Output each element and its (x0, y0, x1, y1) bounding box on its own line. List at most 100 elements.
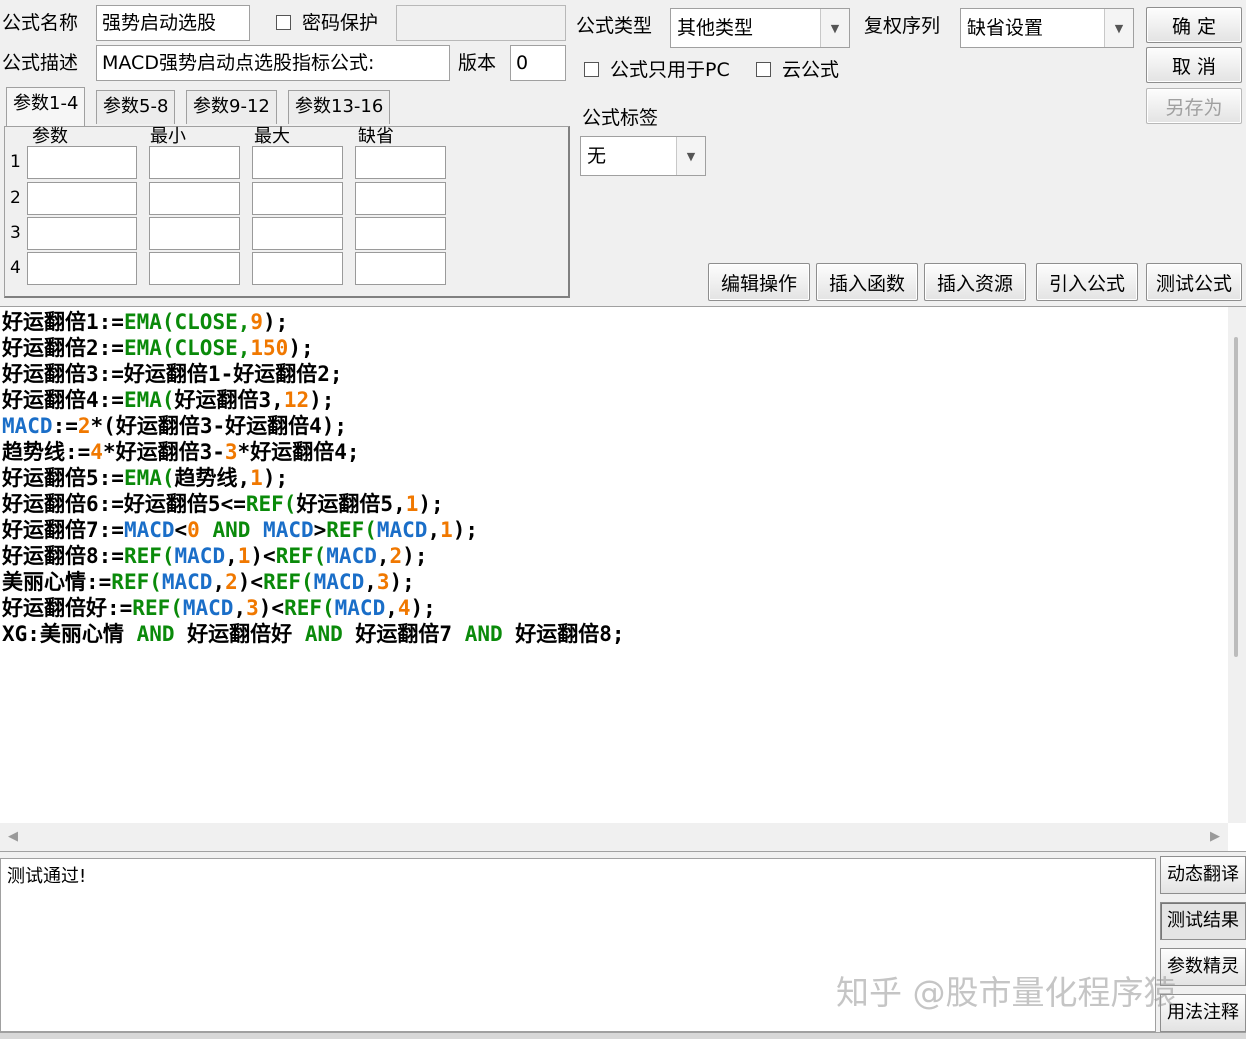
edit-ops-button[interactable]: 编辑操作 (708, 263, 810, 301)
code-token: EMA( (123, 388, 175, 412)
cloud-formula-checkbox[interactable] (756, 62, 771, 77)
formula-name-label: 公式名称 (2, 12, 79, 34)
password-protect-checkbox[interactable] (276, 15, 291, 30)
formula-code-editor[interactable]: 好运翻倍1:=EMA(CLOSE,9); 好运翻倍2:=EMA(CLOSE,150… (0, 306, 1246, 852)
code-token: 4 (90, 440, 103, 464)
code-token: 150 (250, 336, 289, 360)
formula-type-select[interactable]: 其他类型 ▼ (670, 8, 850, 48)
code-token: ); (410, 596, 436, 620)
code-token: MACD (2, 414, 53, 438)
dynamic-translate-button[interactable]: 动态翻译 (1160, 856, 1246, 894)
pc-only-label: 公式只用于PC (610, 59, 730, 81)
code-token: EMA( (123, 466, 175, 490)
formula-name-input[interactable]: 强势启动选股 (96, 5, 250, 41)
code-token: REF( (245, 492, 297, 516)
code-line: 好运翻倍4:=EMA(好运翻倍3,12); (2, 387, 625, 413)
code-line: 好运翻倍3:=好运翻倍1-好运翻倍2; (2, 361, 625, 387)
code-token: ); (263, 310, 289, 334)
rights-series-select[interactable]: 缺省设置 ▼ (960, 8, 1134, 48)
code-token: ); (402, 544, 428, 568)
ok-button[interactable]: 确 定 (1146, 7, 1242, 43)
param-min-cell[interactable] (149, 146, 240, 179)
code-token: MACD (182, 596, 234, 620)
code-token: 好运翻倍8; (502, 622, 625, 646)
code-token: 好运翻倍7 (342, 622, 465, 646)
param-name-cell[interactable] (27, 252, 137, 285)
code-token: 2 (225, 570, 238, 594)
code-token: 1 (405, 492, 419, 516)
code-token: AND (136, 622, 175, 646)
param-name-cell[interactable] (27, 182, 137, 215)
code-token: 好运翻倍7:= (2, 518, 124, 542)
param-max-cell[interactable] (252, 252, 343, 285)
param-row-number: 3 (10, 223, 21, 243)
code-token: *(好运翻倍3-好运翻倍4); (90, 414, 348, 438)
import-formula-button[interactable]: 引入公式 (1036, 263, 1138, 301)
rights-series-value: 缺省设置 (967, 17, 1044, 39)
code-token: REF( (123, 544, 175, 568)
param-max-cell[interactable] (252, 146, 343, 179)
scroll-left-icon[interactable]: ◀ (8, 829, 18, 844)
param-min-cell[interactable] (149, 182, 240, 215)
code-token: 1 (237, 544, 251, 568)
tab-params-1-4[interactable]: 参数1-4 (6, 87, 86, 127)
code-token: 12 (283, 388, 310, 412)
code-line: 好运翻倍好:=REF(MACD,3)<REF(MACD,4); (2, 595, 625, 621)
code-token: , (212, 570, 226, 594)
code-token: 好运翻倍2:= (2, 336, 124, 360)
code-token: ); (389, 570, 415, 594)
chevron-down-icon[interactable]: ▼ (676, 137, 705, 175)
horizontal-scrollbar[interactable]: ◀ ▶ (0, 823, 1228, 851)
code-token: EMA(CLOSE, (123, 310, 251, 334)
code-token: 2 (389, 544, 403, 568)
param-default-cell[interactable] (355, 182, 446, 215)
param-default-cell[interactable] (355, 146, 446, 179)
code-token: 好运翻倍8:= (2, 544, 124, 568)
tab-params-13-16[interactable]: 参数13-16 (288, 90, 391, 124)
scroll-thumb[interactable] (1234, 337, 1238, 657)
tab-params-9-12[interactable]: 参数9-12 (186, 90, 277, 124)
scroll-right-icon[interactable]: ▶ (1210, 829, 1220, 844)
code-token: REF( (326, 518, 377, 542)
formula-tag-select[interactable]: 无 ▼ (580, 136, 706, 176)
code-token: , (385, 596, 398, 620)
code-line: 趋势线:=4*好运翻倍3-3*好运翻倍4; (2, 439, 625, 465)
param-col-name: 参数 (32, 126, 68, 147)
param-default-cell[interactable] (355, 217, 446, 250)
param-row-number: 4 (10, 258, 21, 278)
pc-only-checkbox[interactable] (584, 62, 599, 77)
param-min-cell[interactable] (149, 217, 240, 250)
code-line: 好运翻倍1:=EMA(CLOSE,9); (2, 309, 625, 335)
tab-params-5-8[interactable]: 参数5-8 (96, 90, 176, 124)
param-max-cell[interactable] (252, 217, 343, 250)
param-name-cell[interactable] (27, 217, 137, 250)
code-token: 3 (376, 570, 390, 594)
chevron-down-icon[interactable]: ▼ (1104, 9, 1133, 47)
test-result-button[interactable]: 测试结果 (1160, 902, 1246, 940)
code-token: AND (304, 622, 343, 646)
code-token: , (225, 544, 238, 568)
code-token: 好运翻倍6:=好运翻倍5<= (2, 492, 246, 516)
code-token: 好运翻倍1:= (2, 310, 124, 334)
param-col-max: 最大 (254, 126, 290, 147)
formula-code[interactable]: 好运翻倍1:=EMA(CLOSE,9); 好运翻倍2:=EMA(CLOSE,150… (2, 309, 625, 647)
code-line: 美丽心情:=REF(MACD,2)<REF(MACD,3); (2, 569, 625, 595)
cancel-button[interactable]: 取 消 (1146, 47, 1242, 83)
test-formula-button[interactable]: 测试公式 (1146, 263, 1242, 301)
code-token: 3 (246, 596, 259, 620)
param-min-cell[interactable] (149, 252, 240, 285)
param-default-cell[interactable] (355, 252, 446, 285)
vertical-scrollbar[interactable] (1228, 307, 1246, 823)
param-max-cell[interactable] (252, 182, 343, 215)
param-name-cell[interactable] (27, 146, 137, 179)
insert-resource-button[interactable]: 插入资源 (924, 263, 1026, 301)
code-token: REF( (284, 596, 335, 620)
code-token: , (233, 596, 247, 620)
chevron-down-icon[interactable]: ▼ (820, 9, 849, 47)
insert-function-button[interactable]: 插入函数 (816, 263, 918, 301)
version-input[interactable]: 0 (510, 45, 566, 81)
code-token: REF( (132, 596, 183, 620)
code-line: XG:美丽心情 AND 好运翻倍好 AND 好运翻倍7 AND 好运翻倍8; (2, 621, 625, 647)
formula-desc-input[interactable]: MACD强势启动点选股指标公式: (96, 45, 450, 81)
code-token: MACD (161, 570, 213, 594)
